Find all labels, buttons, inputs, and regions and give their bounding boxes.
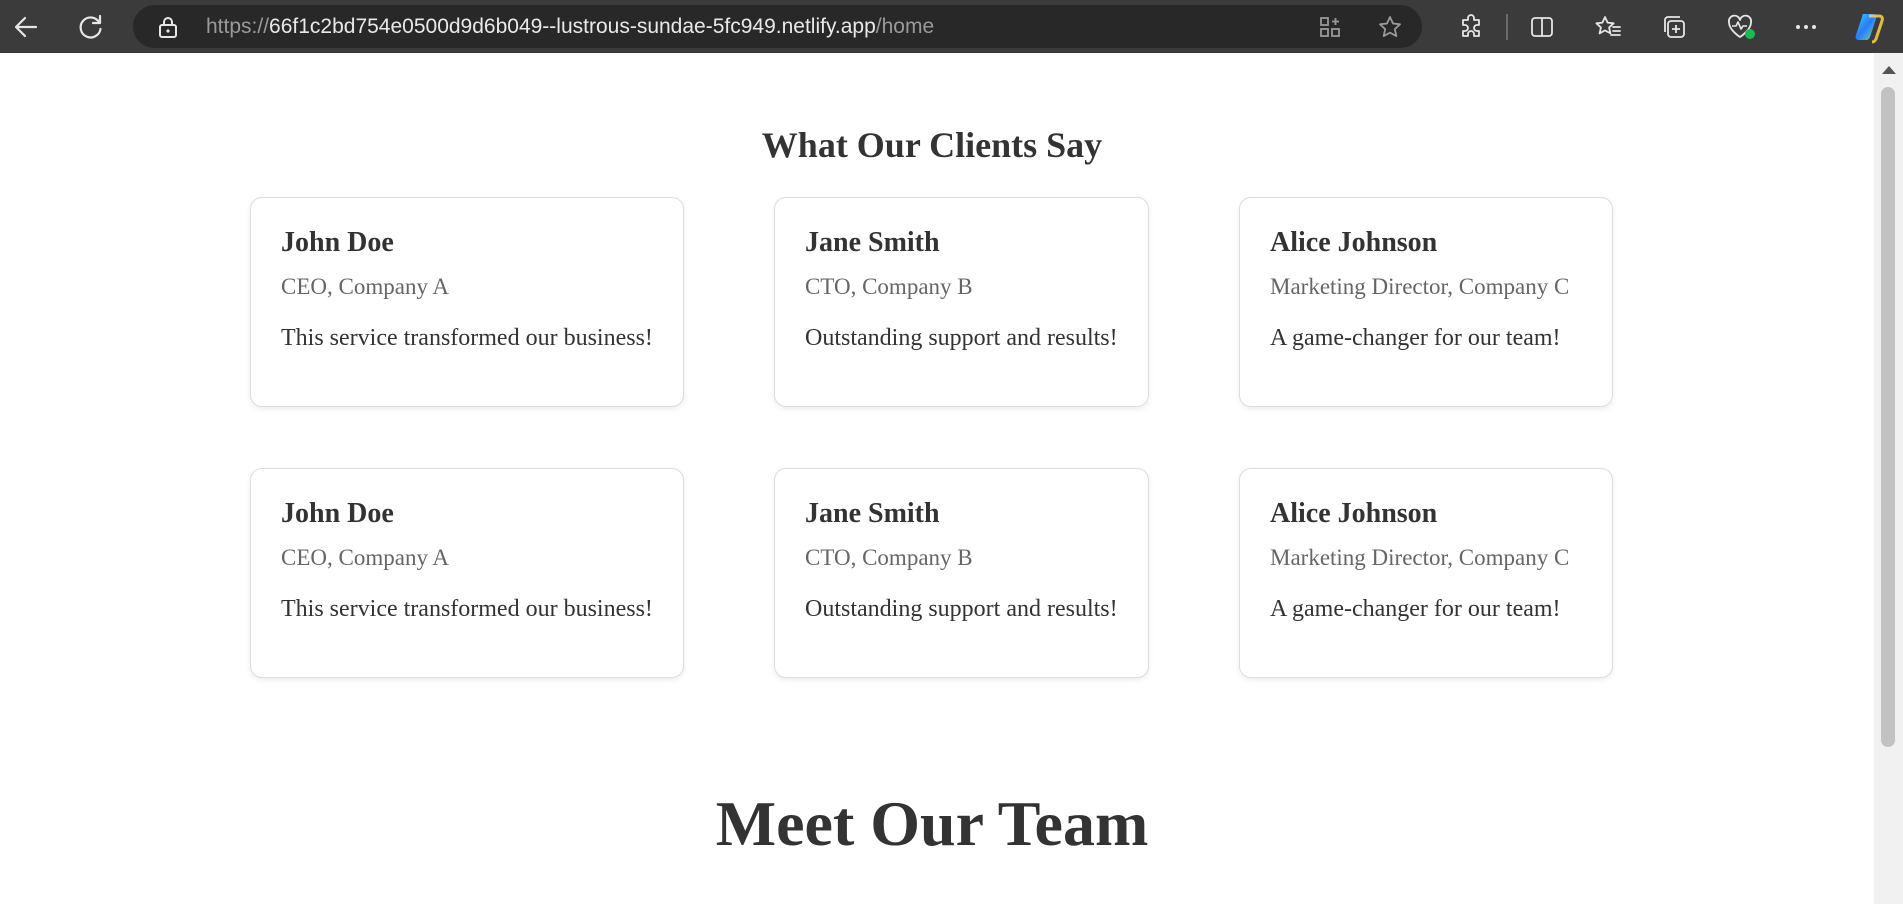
client-quote: A game-changer for our team! [1270,325,1561,351]
scrollbar-thumb[interactable] [1881,87,1895,747]
client-quote: Outstanding support and results! [805,325,1118,351]
client-role: CEO, Company A [281,545,450,570]
collections-icon[interactable] [1658,11,1690,43]
testimonial-card: Jane Smith CTO, Company B Outstanding su… [774,468,1149,678]
copilot-icon[interactable] [1852,9,1888,45]
add-app-icon[interactable] [1316,13,1344,41]
testimonial-card: John Doe CEO, Company A This service tra… [250,197,684,407]
toolbar-divider [1506,14,1508,40]
browser-toolbar: https://66f1c2bd754e0500d9d6b049--lustro… [0,0,1903,53]
more-dots-icon[interactable] [1790,11,1822,43]
scroll-up-arrow-icon[interactable] [1882,66,1896,74]
refresh-icon[interactable] [73,9,109,45]
favorites-icon[interactable] [1592,11,1624,43]
testimonial-card: Alice Johnson Marketing Director, Compan… [1239,197,1613,407]
star-icon[interactable] [1376,13,1404,41]
team-title: Meet Our Team [715,788,1149,859]
back-arrow-icon[interactable] [8,9,44,45]
url-text[interactable]: https://66f1c2bd754e0500d9d6b049--lustro… [206,5,934,48]
client-role: Marketing Director, Company C [1270,274,1570,299]
client-quote: A game-changer for our team! [1270,596,1561,622]
address-bar[interactable]: https://66f1c2bd754e0500d9d6b049--lustro… [133,5,1422,48]
page-content: What Our Clients Say John Doe CEO, Compa… [0,53,1874,904]
page-scrollbar[interactable] [1874,53,1903,904]
lock-icon[interactable] [155,14,181,40]
testimonial-card: Jane Smith CTO, Company B Outstanding su… [774,197,1149,407]
browser-essentials-icon[interactable] [1724,11,1758,43]
testimonials-title: What Our Clients Say [761,125,1103,165]
client-name: Jane Smith [805,498,940,529]
client-name: John Doe [281,498,394,529]
client-role: Marketing Director, Company C [1270,545,1570,570]
client-name: Jane Smith [805,227,940,258]
testimonial-card: Alice Johnson Marketing Director, Compan… [1239,468,1613,678]
client-name: Alice Johnson [1270,498,1438,529]
client-name: Alice Johnson [1270,227,1438,258]
client-quote: This service transformed our business! [281,596,653,622]
client-quote: This service transformed our business! [281,325,653,351]
client-role: CTO, Company B [805,274,973,299]
puzzle-icon[interactable] [1455,11,1487,43]
client-role: CEO, Company A [281,274,450,299]
client-quote: Outstanding support and results! [805,596,1118,622]
client-role: CTO, Company B [805,545,973,570]
split-screen-icon[interactable] [1526,11,1558,43]
client-name: John Doe [281,227,394,258]
testimonial-card: John Doe CEO, Company A This service tra… [250,468,684,678]
